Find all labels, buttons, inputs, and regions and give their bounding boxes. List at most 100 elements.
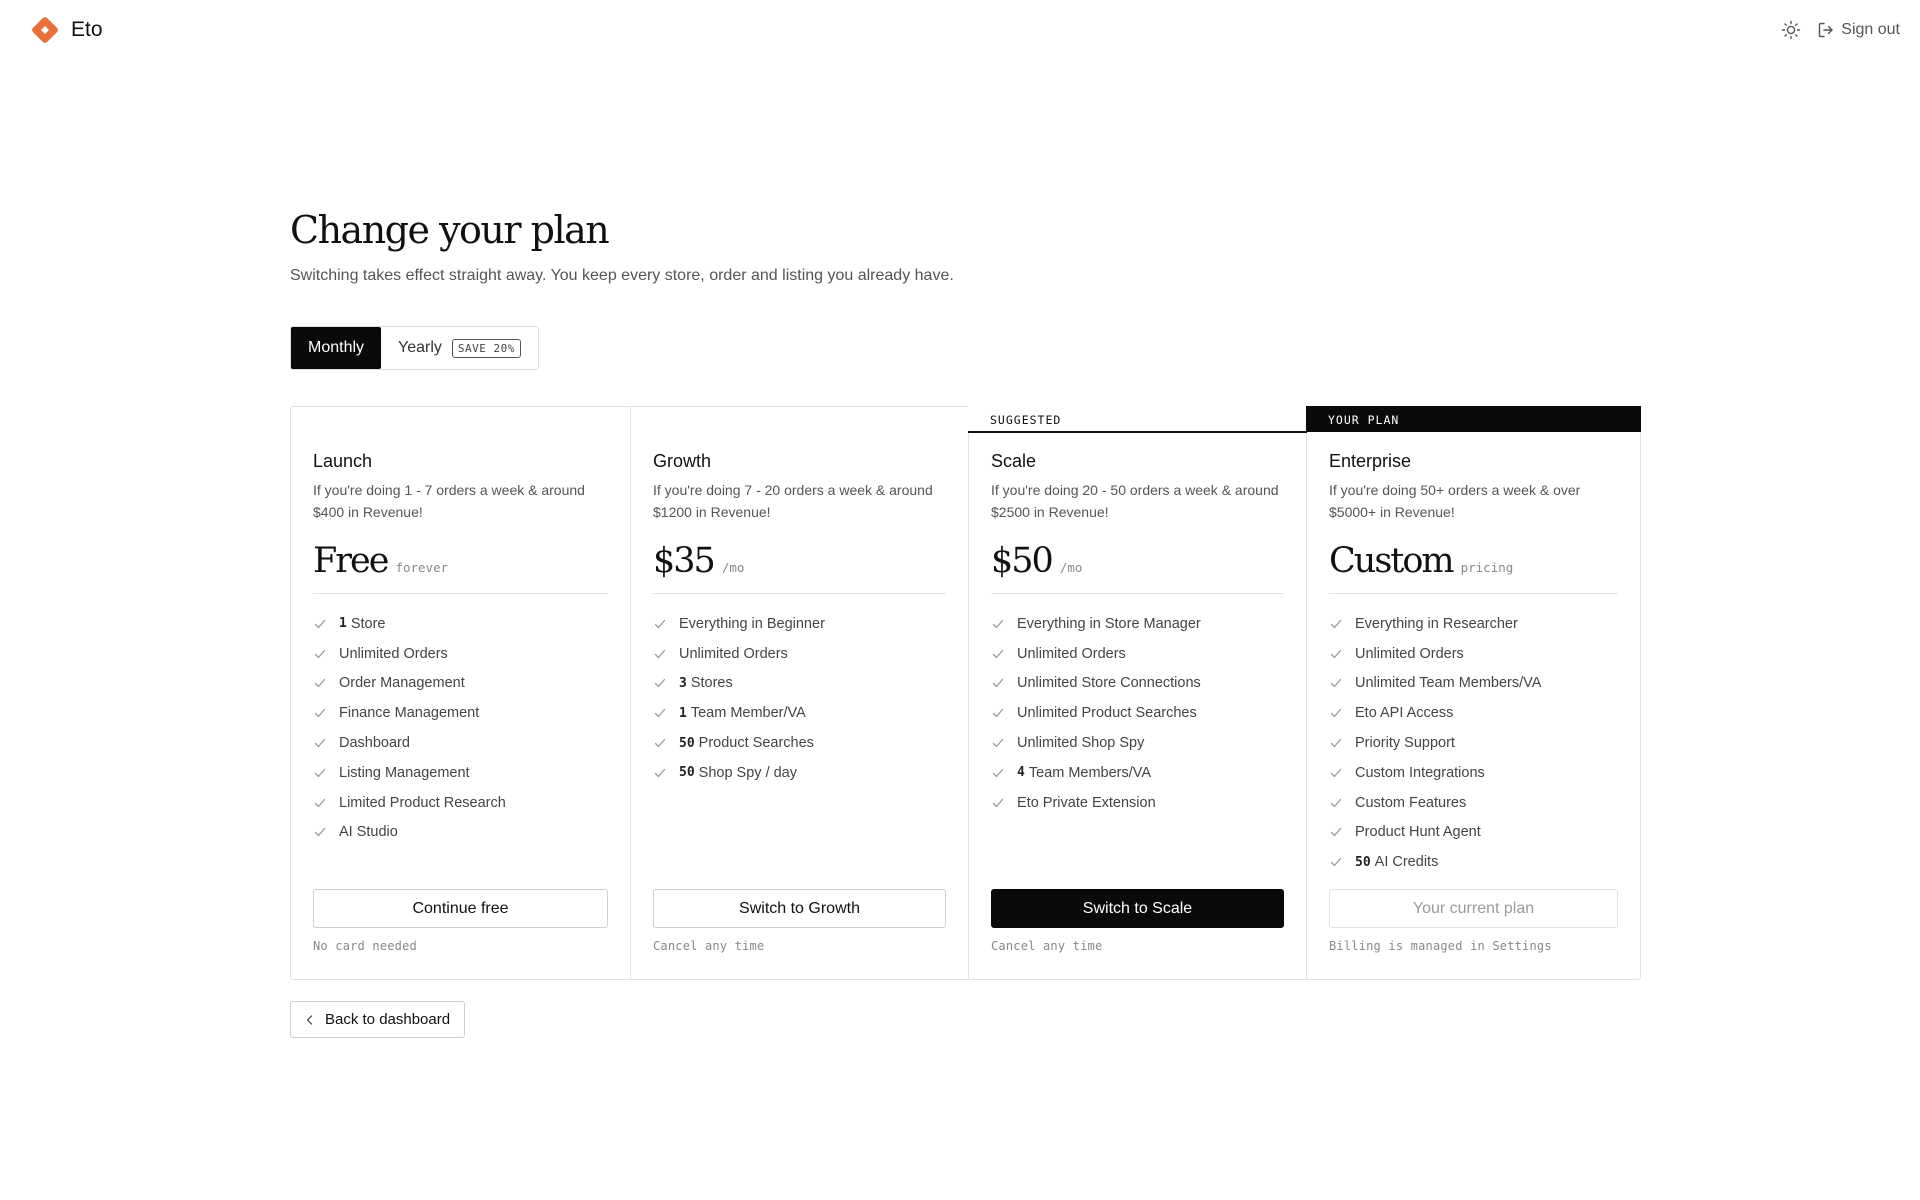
feature-count: 50 — [679, 735, 695, 751]
plan-card-enterprise: YOUR PLAN Enterprise If you're doing 50+… — [1306, 406, 1641, 979]
feature-text: Everything in Beginner — [679, 615, 825, 632]
divider — [1329, 593, 1618, 594]
plan-name: Enterprise — [1329, 451, 1412, 471]
price-row: Custom pricing — [1329, 541, 1618, 581]
check-icon — [1330, 798, 1342, 807]
cta-note: No card needed — [313, 939, 417, 953]
sign-out-icon — [1819, 22, 1833, 38]
cta-note: Cancel any time — [991, 939, 1103, 953]
feature-text: Priority Support — [1355, 735, 1455, 752]
divider — [653, 593, 946, 594]
price-unit: pricing — [1460, 560, 1514, 575]
plan-name: Launch — [313, 451, 373, 471]
check-icon — [1330, 619, 1342, 629]
yearly-option[interactable]: Yearly SAVE 20% — [381, 327, 538, 369]
sign-out-label: Sign out — [1841, 21, 1900, 38]
check-icon — [1330, 709, 1342, 718]
feature-count: 4 — [1017, 765, 1025, 781]
feature-count: 50 — [679, 765, 695, 781]
your-plan-flag: YOUR PLAN — [1306, 406, 1641, 432]
plan-card-growth: Growth If you're doing 7 - 20 orders a w… — [631, 407, 969, 979]
feature-item: 1 Team Member/VA — [653, 698, 946, 728]
check-icon — [992, 738, 1004, 748]
plan-description: If you're doing 20 - 50 orders a week & … — [991, 482, 1279, 520]
page-subtitle: Switching takes effect straight away. Yo… — [290, 267, 954, 284]
feature-item: 4 Team Members/VA — [991, 758, 1284, 788]
check-icon — [992, 798, 1004, 807]
feature-item: Order Management — [313, 669, 608, 699]
check-icon — [314, 679, 326, 688]
plan-price: Custom — [1329, 541, 1455, 581]
feature-count: 1 — [679, 705, 687, 721]
billing-period-toggle: Monthly Yearly SAVE 20% — [290, 326, 539, 370]
feature-text: Stores — [690, 675, 733, 692]
feature-item: Custom Integrations — [1329, 758, 1618, 788]
plan-cta-button[interactable]: Switch to Growth — [653, 889, 946, 928]
feature-item: 50 Product Searches — [653, 728, 946, 758]
feature-text: Dashboard — [339, 735, 410, 752]
check-icon — [992, 619, 1004, 629]
price-row: $50 /mo — [991, 541, 1284, 581]
feature-count: 50 — [1355, 854, 1371, 870]
theme-toggle-button[interactable] — [1777, 16, 1805, 44]
feature-text: Unlimited Orders — [1017, 645, 1126, 662]
brand[interactable]: Eto — [29, 14, 103, 46]
check-icon — [1330, 828, 1342, 837]
cta-label: Continue free — [412, 899, 509, 917]
feature-item: Finance Management — [313, 698, 608, 728]
main-content: Change your plan Switching takes effect … — [290, 204, 1641, 1038]
feature-item: Unlimited Orders — [991, 639, 1284, 669]
check-icon — [314, 709, 326, 718]
feature-text: Unlimited Orders — [679, 645, 788, 662]
feature-text: Product Searches — [698, 735, 814, 752]
feature-item: Unlimited Store Connections — [991, 669, 1284, 699]
feature-text: Team Members/VA — [1028, 764, 1152, 781]
feature-text: Everything in Researcher — [1355, 615, 1518, 632]
check-icon — [992, 709, 1004, 718]
price-unit: /mo — [721, 560, 745, 575]
feature-item: Unlimited Shop Spy — [991, 728, 1284, 758]
feature-item: 50 AI Credits — [1329, 847, 1618, 877]
check-icon — [992, 768, 1004, 778]
check-icon — [314, 768, 326, 778]
feature-text: Everything in Store Manager — [1017, 615, 1201, 632]
monthly-label: Monthly — [308, 339, 365, 356]
plan-price: Free — [313, 541, 389, 581]
check-icon — [314, 738, 326, 748]
monthly-option[interactable]: Monthly — [291, 327, 382, 369]
feature-text: AI Studio — [339, 824, 398, 841]
feature-text: Custom Integrations — [1355, 764, 1485, 781]
feature-text: Shop Spy / day — [698, 764, 797, 781]
back-to-dashboard-button[interactable]: Back to dashboard — [290, 1001, 466, 1038]
check-icon — [314, 828, 326, 837]
feature-list: Everything in Beginner Unlimited Orders … — [653, 609, 946, 788]
feature-count: 1 — [339, 616, 347, 632]
plan-description: If you're doing 7 - 20 orders a week & a… — [653, 482, 933, 520]
plans-grid: Launch If you're doing 1 - 7 orders a we… — [290, 406, 1641, 980]
feature-item: Everything in Researcher — [1329, 609, 1618, 639]
price-unit: /mo — [1059, 560, 1083, 575]
feature-text: Product Hunt Agent — [1355, 824, 1481, 841]
feature-list: Everything in Researcher Unlimited Order… — [1329, 609, 1618, 877]
feature-item: Dashboard — [313, 728, 608, 758]
cta-label: Your current plan — [1412, 899, 1535, 917]
chevron-left-icon — [306, 1014, 313, 1025]
feature-item: 1 Store — [313, 609, 608, 639]
plan-card-scale: SUGGESTED Scale If you're doing 20 - 50 … — [968, 406, 1307, 979]
plan-cta-button[interactable]: Switch to Scale — [991, 889, 1284, 928]
divider — [313, 593, 608, 594]
plan-card-launch: Launch If you're doing 1 - 7 orders a we… — [291, 407, 631, 979]
plan-name: Scale — [991, 451, 1037, 471]
feature-text: Eto Private Extension — [1017, 794, 1156, 811]
plan-cta-button[interactable]: Continue free — [313, 889, 608, 928]
feature-item: Product Hunt Agent — [1329, 818, 1618, 848]
feature-text: Unlimited Store Connections — [1017, 675, 1201, 692]
check-icon — [1330, 768, 1342, 778]
divider — [991, 593, 1284, 594]
check-icon — [992, 679, 1004, 688]
plan-price: $35 — [653, 541, 716, 581]
feature-list: 1 Store Unlimited Orders Order Management… — [313, 609, 608, 847]
check-icon — [992, 649, 1004, 658]
feature-list: Everything in Store Manager Unlimited Or… — [991, 609, 1284, 818]
sign-out-button[interactable]: Sign out — [1817, 21, 1900, 39]
